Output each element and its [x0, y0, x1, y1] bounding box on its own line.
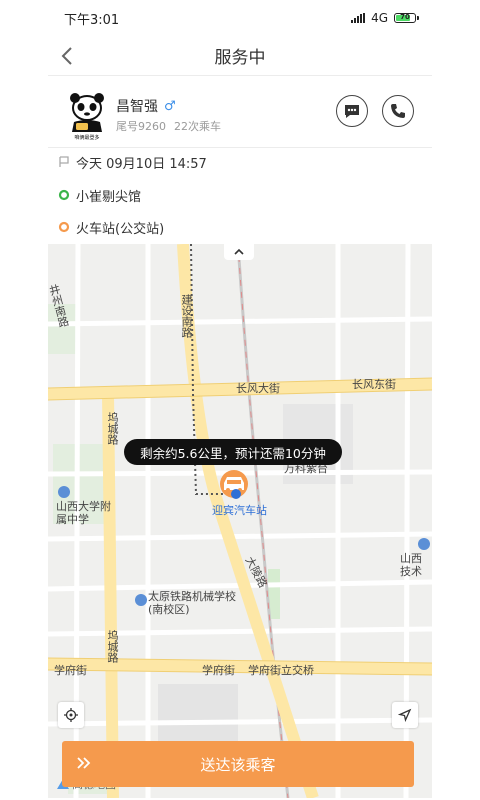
eta-tooltip: 剩余约5.6公里，预计还需10分钟 [124, 439, 342, 465]
driver-name: 昌智强 [116, 99, 158, 115]
status-time: 下午3:01 [64, 12, 120, 28]
map-label-xuefu: 学府街 [54, 664, 87, 677]
navigate-button[interactable] [392, 702, 418, 728]
message-button[interactable] [336, 95, 368, 127]
deliver-passenger-button[interactable]: 送达该乘客 [62, 741, 414, 787]
locate-icon [64, 708, 78, 722]
school-icon-3 [418, 538, 430, 550]
battery-level: 70 [400, 13, 410, 21]
map-label-yingbin: 迎宾汽车站 [212, 504, 267, 517]
bus-station-icon [231, 489, 241, 499]
map-label-wucheng-1: 坞城路 [106, 412, 119, 445]
driver-card: 咱俩最登多 昌智强 ♂ 尾号9260 22次乘车 [48, 78, 432, 148]
navigation-arrow-icon [398, 708, 412, 722]
double-chevron-right-icon [77, 757, 91, 769]
origin-name: 小崔剔尖馆 [76, 189, 142, 205]
panda-avatar-image: 咱俩最登多 [60, 88, 114, 142]
map-label-changfeng-dong: 长风东街 [352, 378, 396, 391]
map-label-shanxi-daxue: 山西大学附属中学 [56, 500, 111, 526]
map-label-jianshe: 建设南路 [180, 294, 193, 338]
school-icon [58, 486, 70, 498]
page-title: 服务中 [214, 48, 266, 68]
driver-avatar: 咱俩最登多 [60, 88, 114, 142]
nav-bar: 服务中 [48, 36, 432, 76]
phone-icon [391, 104, 405, 118]
map-label-shanxi-jishu: 山西 技术 [400, 552, 422, 578]
chevron-left-icon [61, 47, 72, 65]
status-bar: 下午3:01 4G 70 [0, 0, 480, 36]
destination-name: 火车站(公交站) [76, 221, 165, 237]
driver-ride-count: 22次乘车 [174, 120, 221, 133]
origin-dot-icon [58, 189, 70, 201]
call-button[interactable] [382, 95, 414, 127]
message-icon [345, 105, 359, 118]
driver-tail-number: 尾号9260 [116, 120, 166, 133]
locate-button[interactable] [58, 702, 84, 728]
map-label-tielu: 太原铁路机械学校(南校区) [148, 590, 236, 616]
flag-icon [59, 156, 69, 167]
signal-icon [351, 13, 366, 23]
map-label-changfeng: 长风大街 [236, 382, 280, 395]
avatar-caption: 咱俩最登多 [74, 134, 99, 141]
map-label-xuefu-2: 学府街 [202, 664, 235, 677]
destination-row: 火车站(公交站) [58, 216, 164, 238]
origin-row: 小崔剔尖馆 [58, 184, 141, 206]
driver-meta: 尾号9260 22次乘车 [116, 118, 221, 134]
map-label-wucheng-2: 坞城路 [106, 630, 119, 663]
map-collapse-handle[interactable] [224, 244, 254, 260]
school-icon-2 [135, 594, 147, 606]
trip-time-row: 今天 09月10日 14:57 [58, 151, 207, 173]
male-icon: ♂ [164, 98, 176, 114]
network-label: 4G [371, 11, 388, 25]
chevron-up-icon [234, 248, 244, 255]
driver-name-row: 昌智强 ♂ [116, 96, 176, 116]
back-button[interactable] [56, 44, 80, 68]
map-label-xuefu-li: 学府街立交桥 [248, 664, 314, 677]
deliver-passenger-label: 送达该乘客 [200, 755, 276, 774]
status-icons: 4G 70 [351, 11, 419, 25]
battery-icon: 70 [394, 13, 419, 23]
destination-dot-icon [58, 221, 70, 233]
trip-time: 今天 09月10日 14:57 [76, 156, 207, 172]
map-view[interactable]: 井州南路 建设南路 长风大街 长风东街 坞城路 万科紫台 山西大学附属中学 迎宾… [48, 244, 432, 798]
